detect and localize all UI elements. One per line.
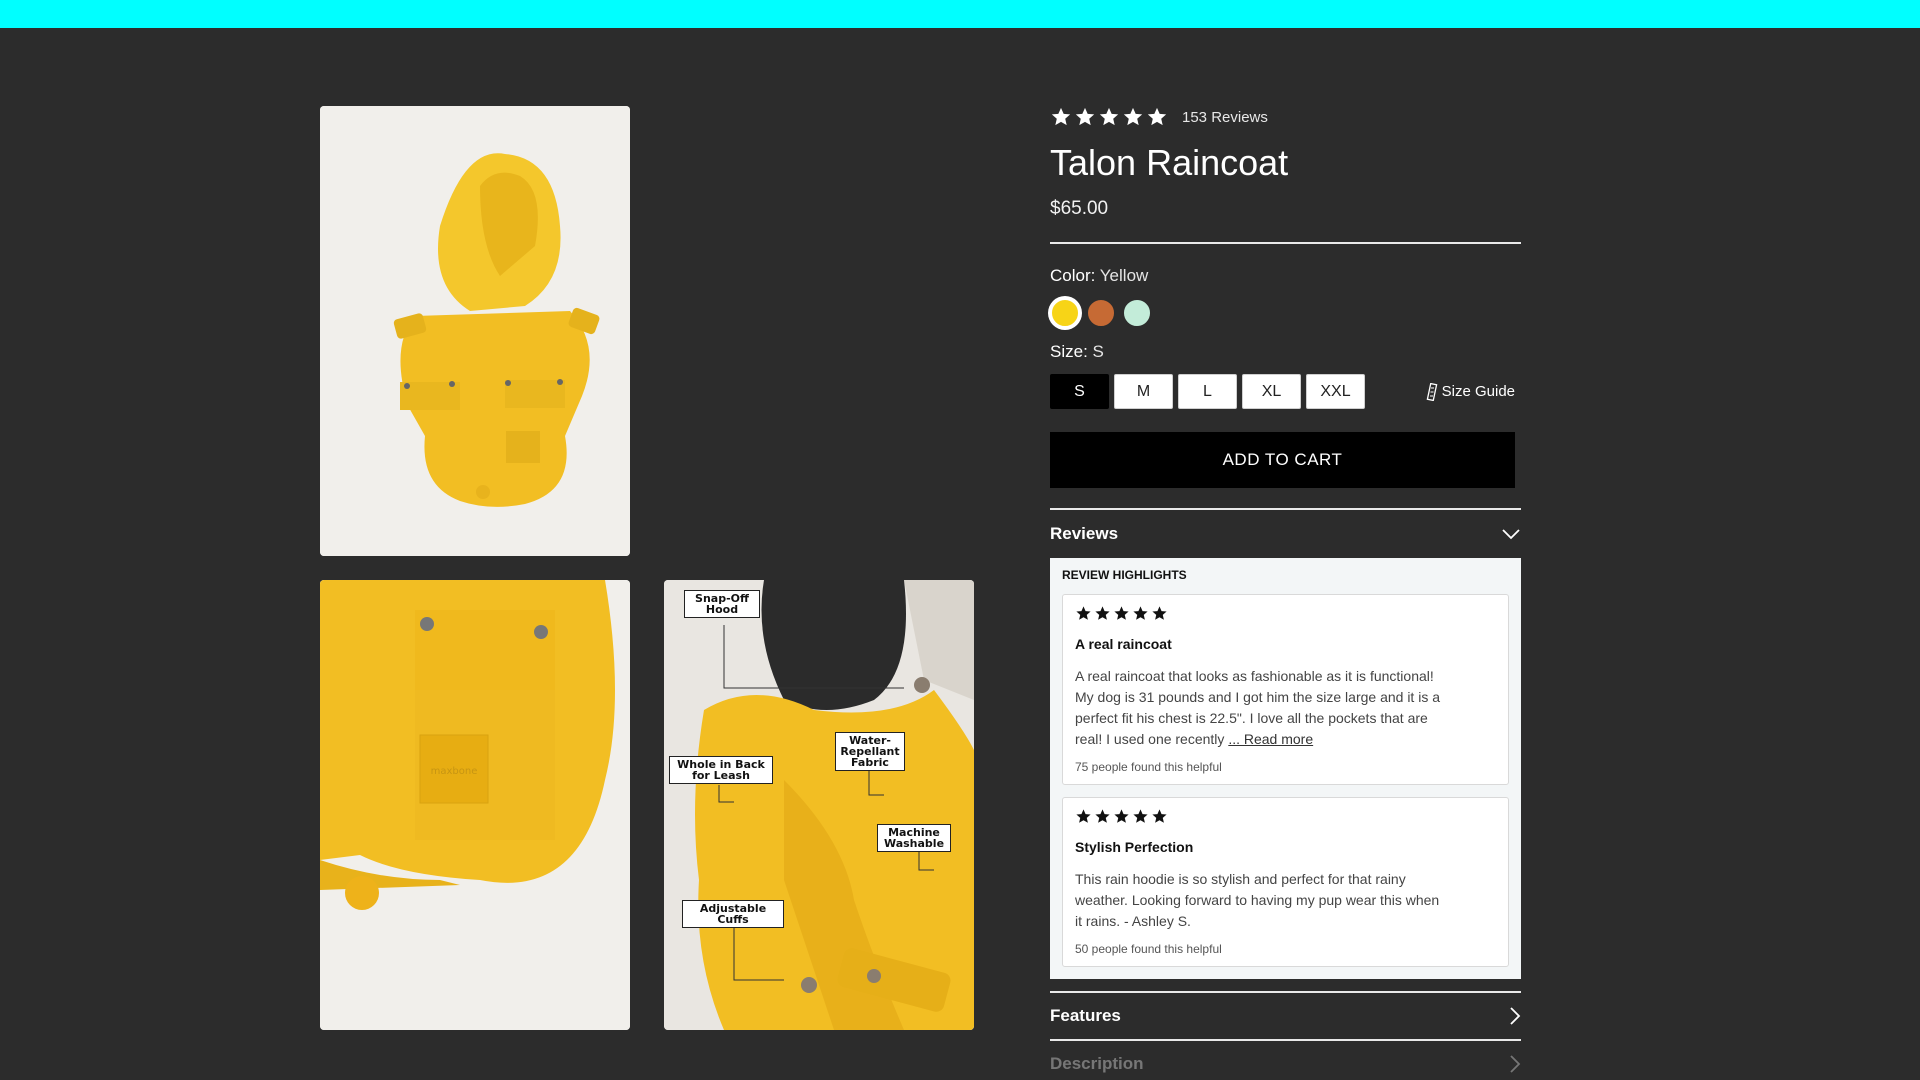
color-value: Yellow bbox=[1099, 266, 1149, 285]
color-swatches bbox=[1050, 298, 1521, 328]
review-body: This rain hoodie is so stylish and perfe… bbox=[1075, 871, 1440, 929]
rating-stars bbox=[1050, 106, 1168, 128]
description-accordion-title: Description bbox=[1050, 1054, 1144, 1073]
star-icon bbox=[1147, 107, 1167, 126]
top-banner bbox=[0, 0, 1920, 28]
color-swatch-mint[interactable] bbox=[1122, 298, 1152, 328]
product-photo-pocket[interactable]: maxbone bbox=[320, 580, 630, 1030]
callout-snap-off-hood: Snap-Off Hood bbox=[684, 590, 760, 618]
callout-machine-washable: Machine Washable bbox=[877, 824, 951, 852]
star-icon bbox=[1099, 107, 1119, 126]
ruler-icon bbox=[1426, 382, 1437, 401]
product-info: 153 Reviews Talon Raincoat $65.00 Color:… bbox=[1050, 106, 1521, 1080]
size-button-s[interactable]: S bbox=[1050, 374, 1109, 409]
raincoat-pocket-image: maxbone bbox=[320, 580, 630, 1030]
description-accordion-header[interactable]: Description bbox=[1050, 1041, 1521, 1080]
star-icon bbox=[1152, 606, 1167, 620]
review-stars bbox=[1075, 605, 1496, 622]
raincoat-image bbox=[320, 106, 630, 556]
features-accordion-title: Features bbox=[1050, 1006, 1121, 1025]
star-icon bbox=[1076, 809, 1091, 823]
review-title: Stylish Perfection bbox=[1075, 839, 1194, 855]
star-icon bbox=[1075, 107, 1095, 126]
color-swatch-rust[interactable] bbox=[1086, 298, 1116, 328]
star-icon bbox=[1114, 606, 1129, 620]
star-icon bbox=[1133, 606, 1148, 620]
star-icon bbox=[1051, 107, 1071, 126]
star-icon bbox=[1152, 809, 1167, 823]
reviews-accordion-title: Reviews bbox=[1050, 524, 1119, 543]
star-icon bbox=[1114, 809, 1129, 823]
size-selector: S M L XL XXL Size Guide bbox=[1050, 374, 1521, 409]
divider bbox=[1050, 242, 1521, 244]
chevron-down-icon bbox=[1502, 529, 1520, 540]
review-card: A real raincoat A real raincoat that loo… bbox=[1062, 594, 1509, 785]
reviews-count-link[interactable]: 153 Reviews bbox=[1182, 109, 1268, 126]
review-highlights-title: REVIEW HIGHLIGHTS bbox=[1062, 568, 1187, 582]
size-buttons: S M L XL XXL bbox=[1050, 374, 1370, 409]
size-button-m[interactable]: M bbox=[1114, 374, 1173, 409]
product-title: Talon Raincoat bbox=[1050, 142, 1289, 183]
product-photo-features[interactable]: Snap-Off Hood Water-Repellant Fabric Who… bbox=[664, 580, 974, 1030]
color-swatch-yellow[interactable] bbox=[1050, 298, 1080, 328]
size-button-xxl[interactable]: XXL bbox=[1306, 374, 1365, 409]
review-helpful-count: 50 people found this helpful bbox=[1075, 942, 1222, 956]
star-icon bbox=[1133, 809, 1148, 823]
size-label: Size: S bbox=[1050, 342, 1521, 362]
review-body: A real raincoat that looks as fashionabl… bbox=[1075, 666, 1445, 750]
size-button-l[interactable]: L bbox=[1178, 374, 1237, 409]
add-to-cart-button[interactable]: ADD TO CART bbox=[1050, 432, 1515, 488]
review-highlights-panel: REVIEW HIGHLIGHTS A real raincoat A real… bbox=[1050, 558, 1521, 979]
product-price: $65.00 bbox=[1050, 198, 1109, 219]
star-icon bbox=[1095, 809, 1110, 823]
callout-leash-hole: Whole in Back for Leash bbox=[669, 756, 773, 784]
star-icon bbox=[1095, 606, 1110, 620]
size-guide-label: Size Guide bbox=[1441, 383, 1515, 400]
color-label-text: Color: bbox=[1050, 266, 1096, 285]
star-icon bbox=[1123, 107, 1143, 126]
star-icon bbox=[1076, 606, 1091, 620]
read-more-link[interactable]: ... Read more bbox=[1228, 731, 1313, 747]
features-accordion-header[interactable]: Features bbox=[1050, 993, 1521, 1039]
reviews-accordion-header[interactable]: Reviews bbox=[1050, 510, 1521, 558]
product-photo-front[interactable] bbox=[320, 106, 630, 556]
review-card: Stylish Perfection This rain hoodie is s… bbox=[1062, 797, 1509, 967]
chevron-right-icon bbox=[1510, 1055, 1521, 1073]
callout-water-repellant: Water-Repellant Fabric bbox=[835, 732, 905, 771]
review-helpful-count: 75 people found this helpful bbox=[1075, 760, 1222, 774]
color-label: Color: Yellow bbox=[1050, 266, 1521, 286]
review-stars bbox=[1075, 808, 1496, 825]
size-value: S bbox=[1092, 342, 1104, 361]
chevron-right-icon bbox=[1510, 1007, 1521, 1025]
dog-in-raincoat-image bbox=[664, 580, 974, 1030]
callout-adjustable-cuffs: Adjustable Cuffs bbox=[682, 900, 784, 928]
rating-row[interactable]: 153 Reviews bbox=[1050, 106, 1521, 128]
brand-patch-text: maxbone bbox=[431, 766, 478, 777]
size-button-xl[interactable]: XL bbox=[1242, 374, 1301, 409]
review-title: A real raincoat bbox=[1075, 636, 1172, 652]
size-label-text: Size: bbox=[1050, 342, 1088, 361]
size-guide-link[interactable]: Size Guide bbox=[1426, 382, 1515, 401]
